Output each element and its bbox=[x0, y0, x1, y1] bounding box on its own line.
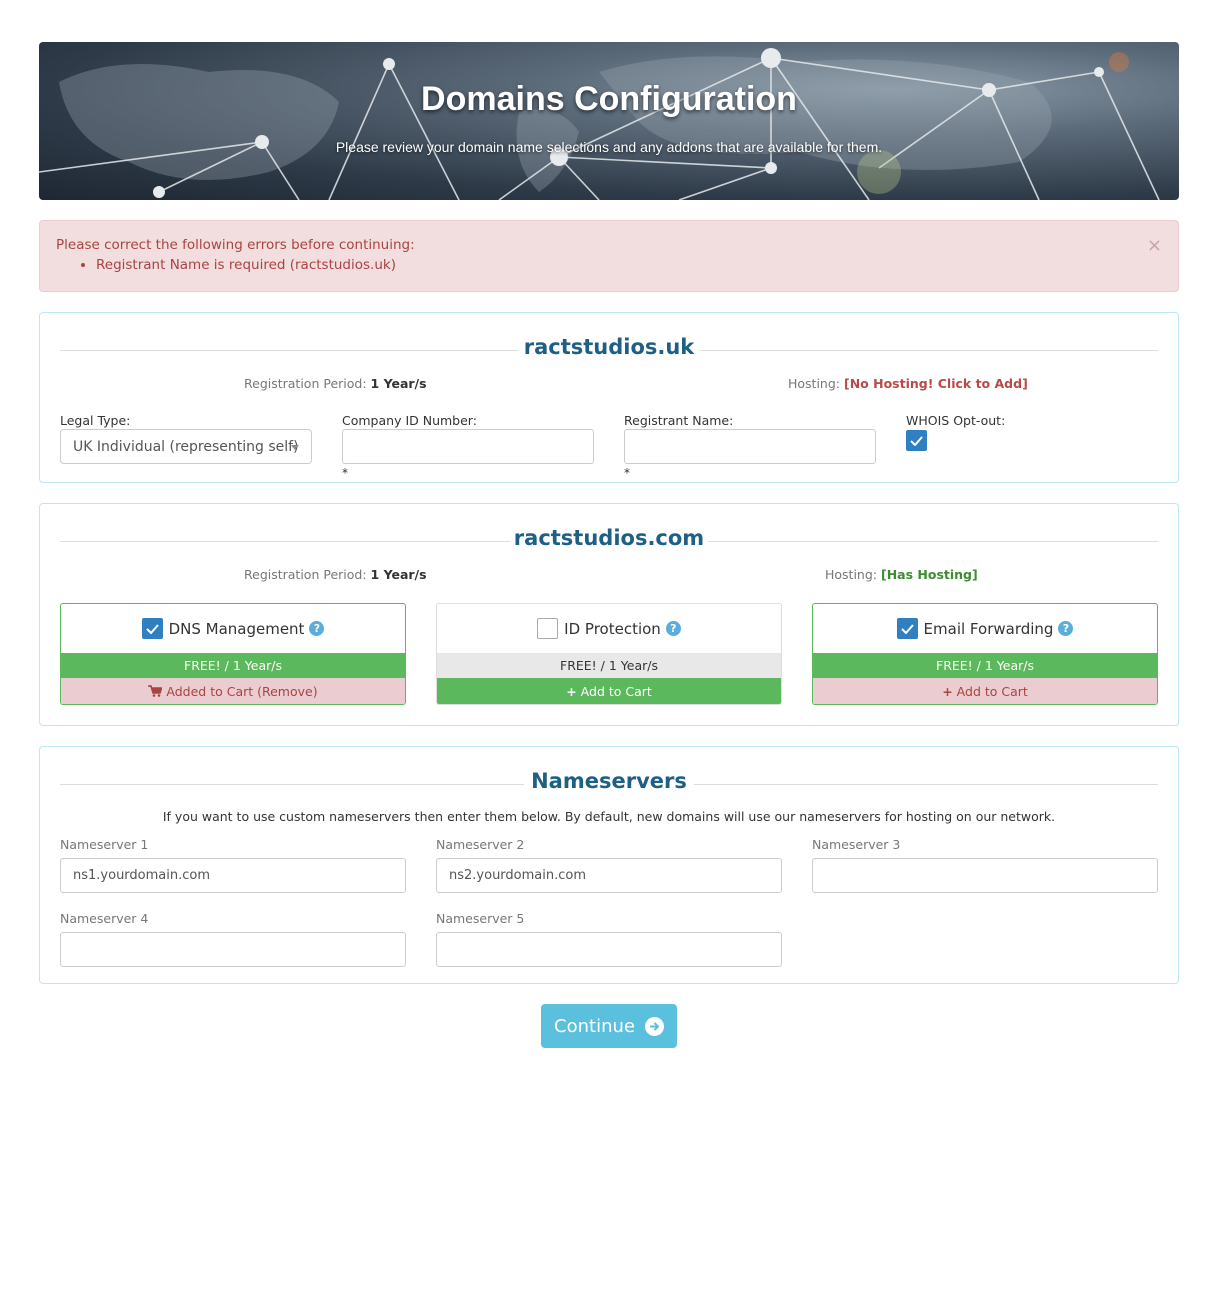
nameserver-2-label: Nameserver 2 bbox=[436, 837, 525, 852]
panel-heading: Nameservers bbox=[60, 769, 1158, 799]
error-list: Registrant Name is required (ractstudios… bbox=[56, 257, 1162, 273]
nameserver-5-input[interactable] bbox=[436, 932, 782, 967]
continue-label: Continue bbox=[554, 1015, 635, 1037]
page-subtitle: Please review your domain name selection… bbox=[335, 139, 883, 155]
add-to-cart-button[interactable]: + Add to Cart bbox=[813, 678, 1157, 704]
nameservers-title: Nameservers bbox=[531, 769, 687, 793]
addon-checkbox[interactable] bbox=[537, 618, 559, 639]
domain-name-title: ractstudios.com bbox=[513, 526, 705, 550]
addon-price: FREE! / 1 Year/s bbox=[61, 653, 405, 678]
domain-panel-uk: ractstudios.uk Registration Period: 1 Ye… bbox=[39, 312, 1179, 483]
nameservers-panel: Nameservers If you want to use custom na… bbox=[39, 746, 1179, 984]
help-icon[interactable]: ? bbox=[665, 621, 681, 636]
nameserver-4-label: Nameserver 4 bbox=[60, 911, 149, 926]
company-id-input[interactable] bbox=[342, 429, 594, 464]
registration-period: Registration Period: 1 Year/s bbox=[244, 376, 427, 391]
addon-name: Email Forwarding bbox=[923, 619, 1054, 638]
addon-header[interactable]: DNS Management ? bbox=[61, 604, 405, 653]
cart-label: Add to Cart bbox=[580, 684, 652, 699]
legal-type-select[interactable]: UK Individual (representing self) bbox=[60, 429, 312, 464]
check-icon bbox=[145, 623, 159, 634]
nameservers-description: If you want to use custom nameservers th… bbox=[162, 809, 1056, 824]
arrow-right-icon bbox=[644, 1016, 664, 1036]
network-map-graphic bbox=[39, 48, 1160, 200]
registrant-name-input[interactable] bbox=[624, 429, 876, 464]
nameserver-3-label: Nameserver 3 bbox=[812, 837, 901, 852]
addon-header[interactable]: ID Protection ? bbox=[437, 604, 781, 653]
close-icon[interactable]: × bbox=[1147, 235, 1162, 256]
required-marker: * bbox=[342, 466, 348, 480]
addon-header[interactable]: Email Forwarding ? bbox=[813, 604, 1157, 653]
plus-icon: + bbox=[942, 684, 953, 699]
help-icon[interactable]: ? bbox=[1058, 621, 1074, 636]
error-alert: Please correct the following errors befo… bbox=[39, 220, 1179, 292]
hosting-status: Hosting: [Has Hosting] bbox=[825, 567, 978, 582]
domain-panel-com: ractstudios.com Registration Period: 1 Y… bbox=[39, 503, 1179, 726]
panel-heading: ractstudios.com bbox=[60, 526, 1158, 556]
cart-icon bbox=[148, 684, 166, 699]
cart-label: Added to Cart (Remove) bbox=[166, 684, 318, 699]
addon-name: ID Protection bbox=[564, 619, 661, 638]
page-banner: Domains Configuration Please review your… bbox=[39, 42, 1179, 200]
chevron-down-icon bbox=[291, 445, 299, 450]
whois-optout-checkbox[interactable] bbox=[906, 430, 927, 451]
nameserver-1-label: Nameserver 1 bbox=[60, 837, 149, 852]
check-icon bbox=[900, 623, 914, 634]
addon-dns-management: DNS Management ? FREE! / 1 Year/s Added … bbox=[60, 603, 406, 705]
company-id-label: Company ID Number: bbox=[342, 413, 477, 428]
addon-id-protection: ID Protection ? FREE! / 1 Year/s + Add t… bbox=[436, 603, 782, 705]
addon-price: FREE! / 1 Year/s bbox=[437, 653, 781, 678]
cart-label: Add to Cart bbox=[956, 684, 1028, 699]
nameserver-1-input[interactable]: ns1.yourdomain.com bbox=[60, 858, 406, 893]
legal-type-value: UK Individual (representing self) bbox=[73, 439, 299, 455]
nameserver-4-input[interactable] bbox=[60, 932, 406, 967]
registration-period: Registration Period: 1 Year/s bbox=[244, 567, 427, 582]
addon-name: DNS Management bbox=[168, 619, 305, 638]
whois-optout-label: WHOIS Opt-out: bbox=[906, 413, 1006, 428]
nameserver-3-input[interactable] bbox=[812, 858, 1158, 893]
legal-type-label: Legal Type: bbox=[60, 413, 131, 428]
continue-button[interactable]: Continue bbox=[541, 1004, 677, 1048]
error-item: Registrant Name is required (ractstudios… bbox=[96, 257, 1162, 273]
error-alert-message: Please correct the following errors befo… bbox=[56, 237, 415, 253]
hosting-status: Hosting: [No Hosting! Click to Add] bbox=[788, 376, 1028, 391]
add-to-cart-button[interactable]: + Add to Cart bbox=[437, 678, 781, 704]
nameserver-2-input[interactable]: ns2.yourdomain.com bbox=[436, 858, 782, 893]
add-hosting-link[interactable]: [No Hosting! Click to Add] bbox=[844, 376, 1028, 391]
check-icon bbox=[910, 435, 923, 446]
domain-name-title: ractstudios.uk bbox=[523, 335, 695, 359]
addon-checkbox[interactable] bbox=[141, 618, 163, 639]
help-icon[interactable]: ? bbox=[309, 621, 325, 636]
hosting-value: [Has Hosting] bbox=[881, 567, 978, 582]
registrant-name-label: Registrant Name: bbox=[624, 413, 734, 428]
panel-heading: ractstudios.uk bbox=[60, 335, 1158, 365]
remove-from-cart-button[interactable]: Added to Cart (Remove) bbox=[61, 678, 405, 704]
addon-checkbox[interactable] bbox=[896, 618, 918, 639]
nameserver-5-label: Nameserver 5 bbox=[436, 911, 525, 926]
addon-price: FREE! / 1 Year/s bbox=[813, 653, 1157, 678]
plus-icon: + bbox=[566, 684, 577, 699]
required-marker: * bbox=[624, 466, 630, 480]
addon-email-forwarding: Email Forwarding ? FREE! / 1 Year/s + Ad… bbox=[812, 603, 1158, 705]
page-title: Domains Configuration bbox=[421, 80, 797, 118]
